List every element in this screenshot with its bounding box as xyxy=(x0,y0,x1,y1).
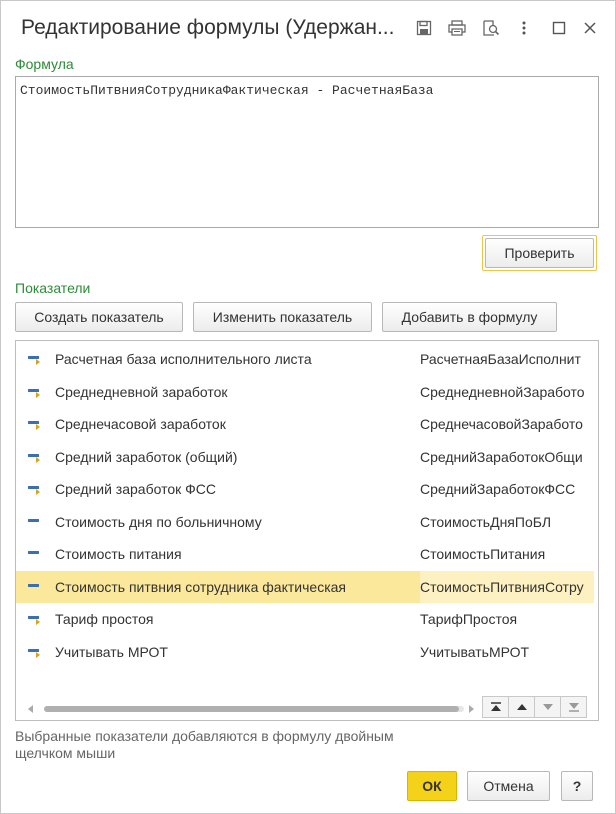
indicator-icon xyxy=(28,518,39,522)
indicator-name: Стоимость питвния сотрудника фактическая xyxy=(55,578,346,595)
table-row[interactable]: Среднечасовой заработок СреднечасовойЗара… xyxy=(16,408,594,440)
indicator-param-icon xyxy=(28,453,40,463)
save-icon[interactable] xyxy=(413,17,435,39)
table-row[interactable]: Стоимость дня по больничному СтоимостьДня… xyxy=(16,506,594,538)
indicator-name: Тариф простоя xyxy=(55,611,154,627)
indicator-icon xyxy=(28,583,39,587)
horizontal-scrollbar[interactable] xyxy=(24,702,474,714)
ok-button[interactable]: ОК xyxy=(407,771,457,801)
list-navigation xyxy=(482,696,587,720)
indicators-list[interactable]: Расчетная база исполнительного листа Расч… xyxy=(15,340,599,721)
indicator-code: СреднечасовойЗаработо xyxy=(420,416,583,432)
indicator-name: Стоимость дня по больничному xyxy=(55,513,262,530)
window-title: Редактирование формулы (Удержан... xyxy=(21,16,395,39)
table-row[interactable]: Тариф простоя ТарифПростоя xyxy=(16,603,594,635)
close-icon[interactable] xyxy=(579,17,601,39)
table-row[interactable]: Средний заработок ФСС СреднийЗаработокФСС xyxy=(16,473,594,505)
print-icon[interactable] xyxy=(446,17,468,39)
formula-label: Формула xyxy=(15,56,74,72)
preview-search-icon[interactable] xyxy=(480,17,502,39)
move-to-bottom-button[interactable] xyxy=(560,696,587,718)
edit-indicator-button[interactable]: Изменить показатель xyxy=(193,302,372,332)
indicator-code: СтоимостьДняПоБЛ xyxy=(420,513,552,530)
indicator-param-icon xyxy=(28,356,40,365)
table-row[interactable]: Стоимость питания СтоимостьПитания xyxy=(16,538,594,570)
indicator-code: СреднедневнойЗаработо xyxy=(420,383,585,400)
move-down-icon xyxy=(542,704,553,710)
indicator-code: СреднийЗаработокФСС xyxy=(420,481,576,497)
cancel-button[interactable]: Отмена xyxy=(467,771,550,801)
indicator-name: Учитывать МРОТ xyxy=(55,643,168,660)
check-button[interactable]: Проверить xyxy=(485,238,594,268)
table-row[interactable]: Стоимость питвния сотрудника фактическая… xyxy=(16,570,594,603)
indicator-code: РасчетнаяБазаИсполнит xyxy=(420,351,581,367)
indicator-code: УчитыватьМРОТ xyxy=(420,643,530,660)
indicator-code: СреднийЗаработокОбщи xyxy=(420,448,583,465)
indicator-param-icon xyxy=(28,648,40,658)
edit-formula-dialog: Редактирование формулы (Удержан... Форму… xyxy=(0,0,616,814)
scroll-thumb[interactable] xyxy=(44,706,459,712)
move-bottom-icon xyxy=(568,703,579,712)
check-button-focus-frame: Проверить xyxy=(482,235,597,271)
table-row[interactable]: Расчетная база исполнительного листа Расч… xyxy=(16,343,594,375)
indicator-code: СтоимостьПитвнияСотру xyxy=(420,570,594,603)
indicator-param-icon xyxy=(28,421,40,430)
indicator-name: Среднечасовой заработок xyxy=(55,416,226,432)
indicator-param-icon xyxy=(28,388,40,398)
indicator-icon xyxy=(28,551,39,554)
indicators-label: Показатели xyxy=(15,280,91,296)
indicator-name: Среднедневной заработок xyxy=(55,383,228,400)
table-row[interactable]: Средний заработок (общий) СреднийЗаработо… xyxy=(16,441,594,473)
more-menu-icon[interactable] xyxy=(513,17,535,39)
move-up-button[interactable] xyxy=(508,696,535,718)
scroll-right-icon[interactable] xyxy=(468,705,474,713)
scroll-left-icon[interactable] xyxy=(28,705,34,713)
title-bar: Редактирование формулы (Удержан... xyxy=(1,1,615,57)
indicator-name: Средний заработок ФСС xyxy=(55,481,216,497)
move-top-icon xyxy=(490,702,501,711)
indicator-param-icon xyxy=(28,616,40,625)
indicator-code: ТарифПростоя xyxy=(420,611,518,627)
add-to-formula-button[interactable]: Добавить в формулу xyxy=(382,302,557,332)
move-down-button[interactable] xyxy=(534,696,561,718)
move-to-top-button[interactable] xyxy=(482,696,509,718)
move-up-icon xyxy=(516,704,527,710)
maximize-icon[interactable] xyxy=(548,17,570,39)
help-button[interactable]: ? xyxy=(561,771,593,801)
formula-editor[interactable]: СтоимостьПитвнияСотрудникаФактическая - … xyxy=(15,76,599,228)
indicator-param-icon xyxy=(28,486,40,495)
indicator-name: Стоимость питания xyxy=(55,546,182,562)
indicator-code: СтоимостьПитания xyxy=(420,546,546,562)
indicator-name: Расчетная база исполнительного листа xyxy=(55,351,312,367)
hint-text: Выбранные показатели добавляются в форму… xyxy=(15,728,394,761)
create-indicator-button[interactable]: Создать показатель xyxy=(15,302,183,332)
table-row[interactable]: Среднедневной заработок СреднедневнойЗара… xyxy=(16,376,594,408)
indicator-name: Средний заработок (общий) xyxy=(55,448,238,465)
table-row[interactable]: Учитывать МРОТ УчитыватьМРОТ xyxy=(16,636,594,668)
